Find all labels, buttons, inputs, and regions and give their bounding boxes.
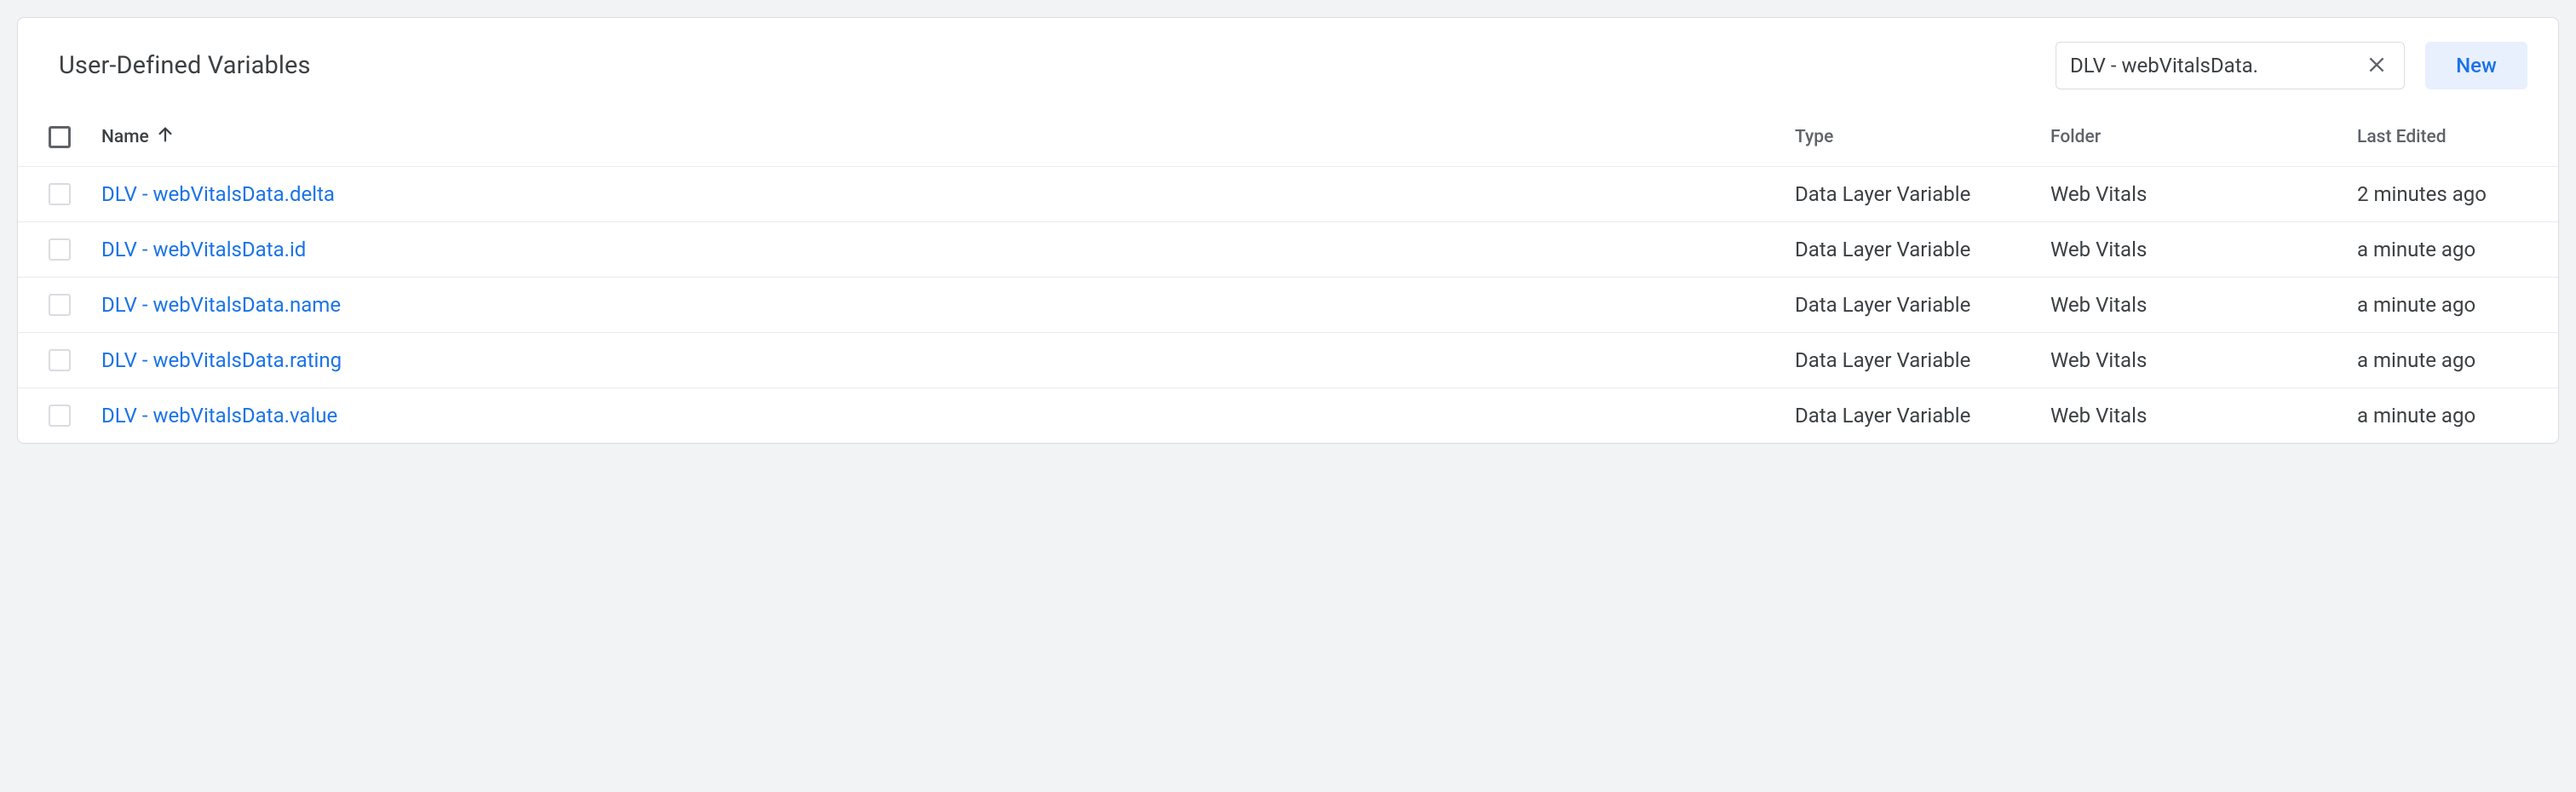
table-row: DLV - webVitalsData.id Data Layer Variab…	[18, 222, 2558, 278]
sort-ascending-icon	[156, 125, 175, 149]
select-all-checkbox[interactable]	[49, 126, 71, 148]
variable-folder: Web Vitals	[2050, 404, 2147, 428]
row-checkbox[interactable]	[49, 294, 71, 316]
variable-last-edited: a minute ago	[2357, 293, 2475, 317]
variable-folder: Web Vitals	[2050, 182, 2147, 206]
variable-type: Data Layer Variable	[1795, 348, 1970, 372]
table-header-row: Name Type Folder Last Edited	[18, 113, 2558, 167]
variable-type: Data Layer Variable	[1795, 238, 1970, 261]
search-box[interactable]	[2056, 42, 2405, 89]
panel-header: User-Defined Variables New	[18, 18, 2558, 113]
table-row: DLV - webVitalsData.name Data Layer Vari…	[18, 278, 2558, 333]
table-row: DLV - webVitalsData.value Data Layer Var…	[18, 388, 2558, 443]
column-header-type[interactable]: Type	[1795, 127, 1833, 147]
variable-name-link[interactable]: DLV - webVitalsData.value	[101, 404, 337, 428]
row-checkbox[interactable]	[49, 238, 71, 261]
variable-folder: Web Vitals	[2050, 348, 2147, 372]
variable-folder: Web Vitals	[2050, 293, 2147, 317]
panel-title: User-Defined Variables	[59, 51, 2035, 80]
variable-type: Data Layer Variable	[1795, 182, 1970, 206]
variable-name-link[interactable]: DLV - webVitalsData.name	[101, 293, 341, 317]
variable-type: Data Layer Variable	[1795, 293, 1970, 317]
row-checkbox[interactable]	[49, 349, 71, 371]
variable-last-edited: a minute ago	[2357, 238, 2475, 261]
table-row: DLV - webVitalsData.rating Data Layer Va…	[18, 333, 2558, 388]
variable-last-edited: a minute ago	[2357, 404, 2475, 428]
variable-folder: Web Vitals	[2050, 238, 2147, 261]
variable-name-link[interactable]: DLV - webVitalsData.id	[101, 238, 306, 261]
column-header-name[interactable]: Name	[101, 125, 1795, 149]
clear-search-button[interactable]	[2363, 52, 2390, 79]
variable-name-link[interactable]: DLV - webVitalsData.rating	[101, 348, 342, 372]
table-row: DLV - webVitalsData.delta Data Layer Var…	[18, 167, 2558, 222]
variable-last-edited: a minute ago	[2357, 348, 2475, 372]
column-header-folder[interactable]: Folder	[2050, 127, 2101, 147]
table-body: DLV - webVitalsData.delta Data Layer Var…	[18, 167, 2558, 443]
user-defined-variables-panel: User-Defined Variables New Name	[17, 17, 2559, 444]
column-header-name-label: Name	[101, 127, 149, 147]
variable-last-edited: 2 minutes ago	[2357, 182, 2487, 206]
row-checkbox[interactable]	[49, 405, 71, 427]
new-button[interactable]: New	[2425, 42, 2527, 89]
column-header-last-edited[interactable]: Last Edited	[2357, 127, 2447, 147]
variable-name-link[interactable]: DLV - webVitalsData.delta	[101, 182, 335, 206]
search-input[interactable]	[2070, 54, 2363, 77]
close-icon	[2366, 54, 2388, 78]
variable-type: Data Layer Variable	[1795, 404, 1970, 428]
row-checkbox[interactable]	[49, 183, 71, 205]
